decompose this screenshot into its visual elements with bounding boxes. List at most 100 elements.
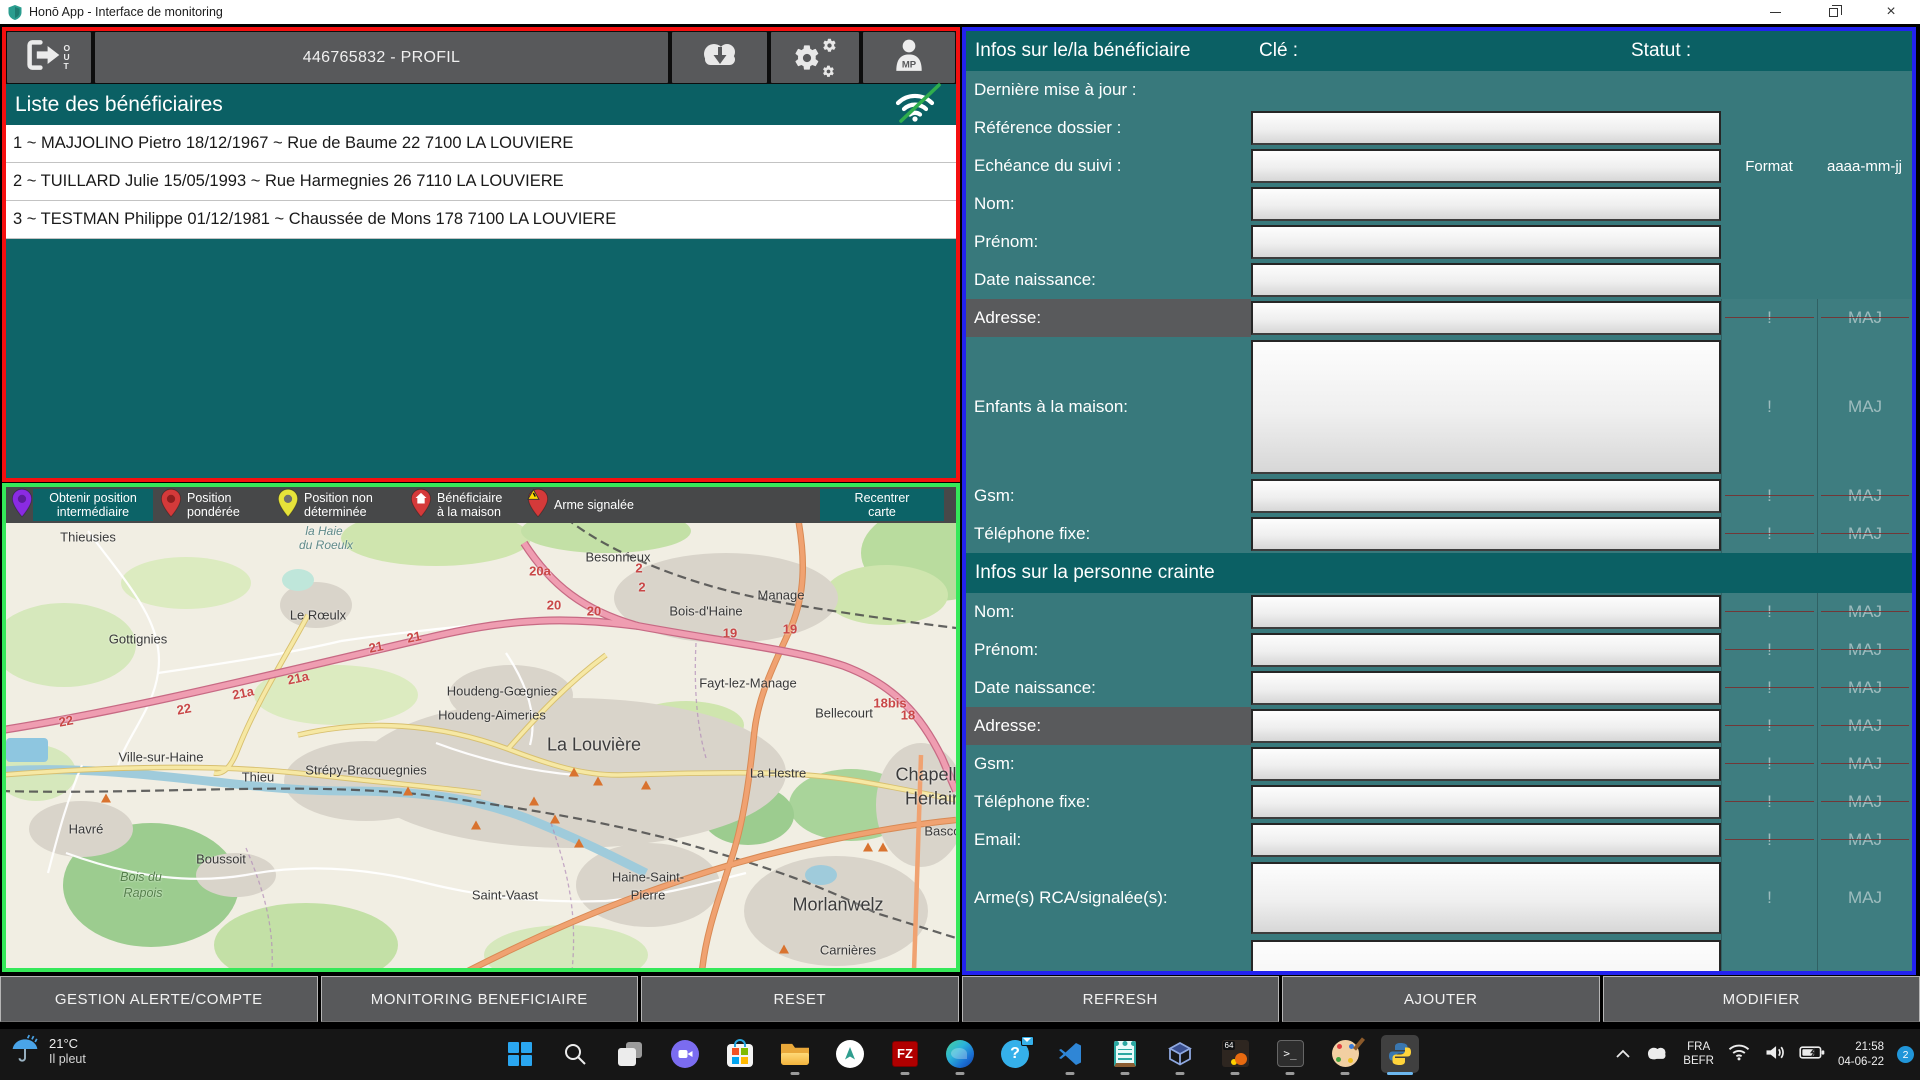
taskbar-icon-notepad[interactable] [1105, 1032, 1145, 1075]
logout-button[interactable]: OUT [7, 32, 91, 83]
maj-button[interactable]: MAJ [1817, 477, 1912, 515]
modifier-button[interactable]: MODIFIER [1603, 976, 1920, 1022]
maj-button[interactable]: MAJ [1817, 299, 1912, 337]
maj-button[interactable]: MAJ [1817, 859, 1912, 937]
warn-button[interactable]: ! [1721, 593, 1817, 631]
taskbar-icon-filezilla[interactable]: FZ [885, 1032, 925, 1075]
input-field[interactable] [1251, 823, 1721, 857]
maj-button[interactable]: MAJ [1817, 669, 1912, 707]
taskbar-icon-search[interactable] [555, 1032, 595, 1075]
road-ref-label: 20 [587, 604, 601, 619]
maj-button[interactable]: MAJ [1817, 337, 1912, 477]
taskbar-icon-store[interactable] [720, 1032, 760, 1075]
textarea-field[interactable] [1251, 862, 1721, 934]
monitoring-beneficiaire-button[interactable]: MONITORING BENEFICIAIRE [321, 976, 639, 1022]
input-field[interactable] [1251, 747, 1721, 781]
legend-recentrer-carte[interactable]: Recentrercarte [820, 489, 944, 521]
maj-button[interactable]: MAJ [1817, 631, 1912, 669]
warn-button[interactable]: ! [1721, 669, 1817, 707]
empty-cell [1721, 109, 1817, 147]
ajouter-button[interactable]: AJOUTER [1282, 976, 1600, 1022]
taskbar-icon-terminal[interactable]: >_ [1270, 1032, 1310, 1075]
left-toolbar: OUT 446765832 - PROFIL MP [6, 31, 956, 84]
taskbar-icon-chat[interactable] [665, 1032, 705, 1075]
maj-button[interactable]: MAJ [1817, 515, 1912, 553]
onedrive-icon[interactable] [1644, 1044, 1670, 1066]
restore-button[interactable] [1804, 0, 1862, 24]
maj-button[interactable]: MAJ [1817, 593, 1912, 631]
mp-account-button[interactable]: MP [863, 32, 955, 83]
textarea-field[interactable] [1251, 340, 1721, 474]
input-field[interactable] [1251, 301, 1721, 335]
warn-button[interactable]: ! [1721, 299, 1817, 337]
taskbar-icon-start[interactable] [500, 1032, 540, 1075]
tray-chevron-icon[interactable] [1615, 1046, 1631, 1064]
input-field[interactable] [1251, 479, 1721, 513]
maj-button[interactable]: MAJ [1817, 745, 1912, 783]
warn-button[interactable]: ! [1721, 937, 1817, 975]
warn-button[interactable]: ! [1721, 707, 1817, 745]
list-item[interactable]: 3 ~ TESTMAN Philippe 01/12/1981 ~ Chauss… [6, 201, 956, 239]
warn-button[interactable]: ! [1721, 821, 1817, 859]
taskbar-icon-paint[interactable] [1325, 1032, 1365, 1075]
input-field[interactable] [1251, 709, 1721, 743]
warn-button[interactable]: ! [1721, 859, 1817, 937]
input-field[interactable] [1251, 263, 1721, 297]
taskbar-icon-file-explorer[interactable] [775, 1032, 815, 1075]
empty-cell [1817, 109, 1912, 147]
road-ref-label: 21a [286, 668, 310, 687]
maj-button[interactable]: MAJ [1817, 783, 1912, 821]
taskbar-icon-android-studio[interactable] [830, 1032, 870, 1075]
tray-wifi-icon[interactable] [1727, 1043, 1751, 1066]
maj-button[interactable]: MAJ [1817, 707, 1912, 745]
taskbar-icon-task-view[interactable] [610, 1032, 650, 1075]
input-field[interactable] [1251, 785, 1721, 819]
download-button[interactable] [672, 32, 767, 83]
gestion-alerte-compte-button[interactable]: GESTION ALERTE/COMPTE [0, 976, 318, 1022]
battery-icon[interactable] [1799, 1045, 1825, 1065]
warn-button[interactable]: ! [1721, 515, 1817, 553]
weather-widget[interactable]: 21°C Il pleut [10, 1034, 86, 1069]
input-field[interactable] [1251, 225, 1721, 259]
input-field[interactable] [1251, 111, 1721, 145]
volume-icon[interactable] [1764, 1044, 1786, 1066]
taskbar-icon-virtualbox[interactable] [1160, 1032, 1200, 1075]
road-ref-label: 2 [635, 561, 642, 576]
notification-badge[interactable]: 2 [1897, 1046, 1914, 1063]
map-place-label: Havré [69, 822, 104, 837]
input-field[interactable] [1251, 517, 1721, 551]
input-field[interactable] [1251, 187, 1721, 221]
maj-button[interactable]: MAJ [1817, 821, 1912, 859]
legend-label: Arme signalée [549, 489, 657, 521]
warn-button[interactable]: ! [1721, 745, 1817, 783]
settings-button[interactable] [771, 32, 859, 83]
language-indicator[interactable]: FRA BEFR [1683, 1041, 1714, 1069]
warn-button[interactable]: ! [1721, 337, 1817, 477]
warn-button[interactable]: ! [1721, 477, 1817, 515]
input-field[interactable] [1251, 149, 1721, 183]
map-place-label: Pierre [631, 888, 666, 903]
field-label: Prénom: [966, 223, 1251, 261]
close-button[interactable]: × [1862, 0, 1920, 24]
warn-button[interactable]: ! [1721, 631, 1817, 669]
input-field[interactable] [1251, 671, 1721, 705]
list-item[interactable]: 1 ~ MAJJOLINO Pietro 18/12/1967 ~ Rue de… [6, 125, 956, 163]
taskbar-icon-vscode[interactable] [1050, 1032, 1090, 1075]
legend-obtenir-position-intermediaire[interactable]: Obtenir positionintermédiaire [11, 489, 153, 521]
input-field[interactable] [1251, 633, 1721, 667]
clock[interactable]: 21:58 04-06-22 [1838, 1040, 1884, 1070]
taskbar-icon-app-64[interactable]: 64 [1215, 1032, 1255, 1075]
taskbar-icon-edge[interactable] [940, 1032, 980, 1075]
taskbar-icon-python[interactable] [1380, 1032, 1420, 1075]
maj-button[interactable]: MAJ [1817, 937, 1912, 975]
minimize-button[interactable] [1746, 0, 1804, 24]
list-item[interactable]: 2 ~ TUILLARD Julie 15/05/1993 ~ Rue Harm… [6, 163, 956, 201]
map-place-label: Bascou [924, 824, 956, 839]
textarea-field[interactable] [1251, 940, 1721, 975]
refresh-button[interactable]: REFRESH [962, 976, 1280, 1022]
map[interactable]: Thieusiesla Haiedu RoeulxBesonrieuxLe Rœ… [6, 523, 956, 968]
reset-button[interactable]: RESET [641, 976, 959, 1022]
taskbar-icon-mail[interactable]: ? [995, 1032, 1035, 1075]
warn-button[interactable]: ! [1721, 783, 1817, 821]
input-field[interactable] [1251, 595, 1721, 629]
